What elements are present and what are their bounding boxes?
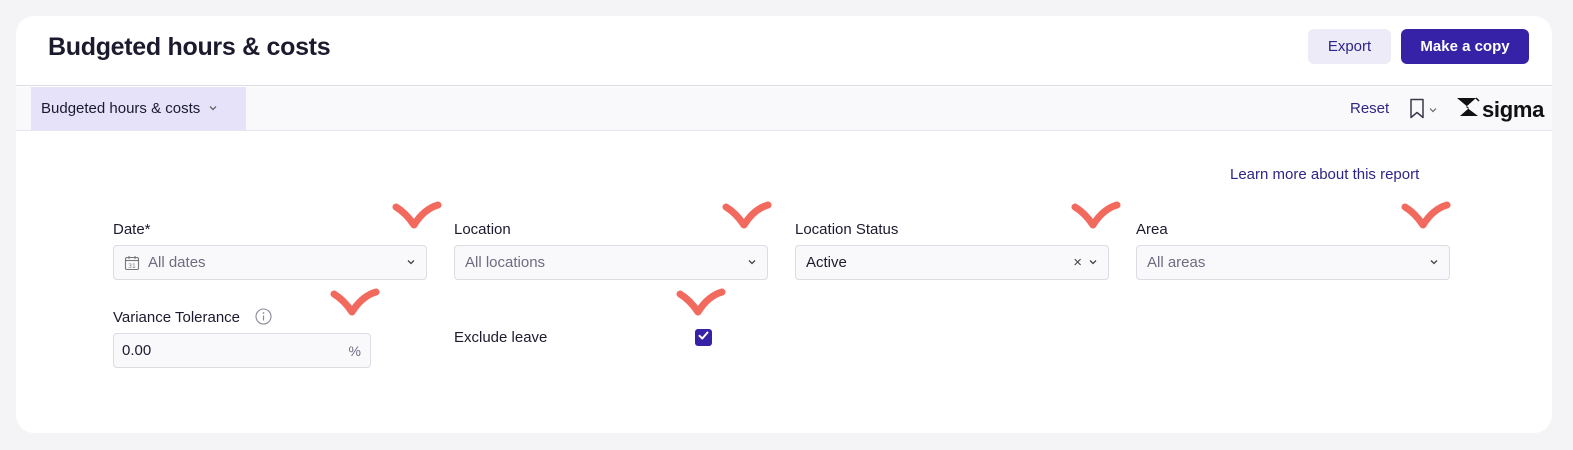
location-status-filter-select[interactable]: Active × [795, 245, 1109, 280]
svg-text:31: 31 [128, 263, 136, 270]
make-copy-button[interactable]: Make a copy [1401, 29, 1529, 64]
annotation-check-mark [722, 201, 772, 229]
sigma-logo-icon [1456, 96, 1480, 123]
date-filter-value: All dates [148, 254, 206, 271]
location-status-label: Location Status [795, 221, 899, 238]
page-header: Budgeted hours & costs Export Make a cop… [16, 16, 1552, 86]
sigma-logo: sigma [1456, 96, 1544, 123]
area-label: Area [1136, 221, 1168, 238]
calendar-icon: 31 [124, 255, 140, 271]
variance-tolerance-label: Variance Tolerance [113, 309, 241, 326]
chevron-down-icon [747, 254, 757, 271]
annotation-check-mark [392, 201, 442, 229]
chevron-down-icon [208, 100, 218, 117]
location-filter-select[interactable]: All locations [454, 245, 768, 280]
chevron-down-icon [1428, 102, 1438, 120]
chevron-down-icon [1429, 254, 1439, 271]
percent-unit: % [348, 343, 361, 359]
annotation-check-mark [1401, 201, 1451, 229]
area-filter-select[interactable]: All areas [1136, 245, 1450, 280]
workbook-page-tab[interactable]: Budgeted hours & costs [31, 87, 246, 130]
exclude-leave-label: Exclude leave [454, 329, 548, 346]
location-filter-value: All locations [465, 254, 546, 271]
variance-tolerance-input[interactable]: 0.00 % [113, 333, 371, 368]
workbook-toolbar: Budgeted hours & costs Reset sigma [16, 87, 1552, 131]
annotation-check-mark [676, 288, 726, 316]
report-card: Budgeted hours & costs Export Make a cop… [16, 16, 1552, 433]
annotation-check-mark [330, 288, 380, 316]
location-label: Location [454, 221, 511, 238]
sigma-wordmark: sigma [1482, 96, 1545, 122]
exclude-leave-checkbox[interactable] [695, 329, 712, 346]
bookmark-menu-button[interactable] [1409, 98, 1438, 124]
bookmark-icon [1409, 98, 1425, 124]
workbook-page-tab-label: Budgeted hours & costs [41, 100, 201, 117]
date-label: Date* [113, 221, 151, 238]
chevron-down-icon [406, 254, 416, 271]
date-filter-select[interactable]: 31 All dates [113, 245, 427, 280]
clear-icon[interactable]: × [1073, 254, 1082, 271]
reset-link[interactable]: Reset [1350, 100, 1389, 117]
export-button[interactable]: Export [1308, 29, 1391, 64]
chevron-down-icon [1088, 254, 1098, 271]
location-status-filter-value: Active [806, 254, 847, 271]
check-icon [697, 329, 710, 347]
annotation-check-mark [1071, 201, 1121, 229]
learn-more-link[interactable]: Learn more about this report [1230, 166, 1419, 183]
variance-tolerance-value: 0.00 [122, 342, 152, 359]
area-filter-value: All areas [1147, 254, 1206, 271]
page-title: Budgeted hours & costs [48, 33, 331, 61]
info-icon[interactable] [255, 308, 272, 330]
